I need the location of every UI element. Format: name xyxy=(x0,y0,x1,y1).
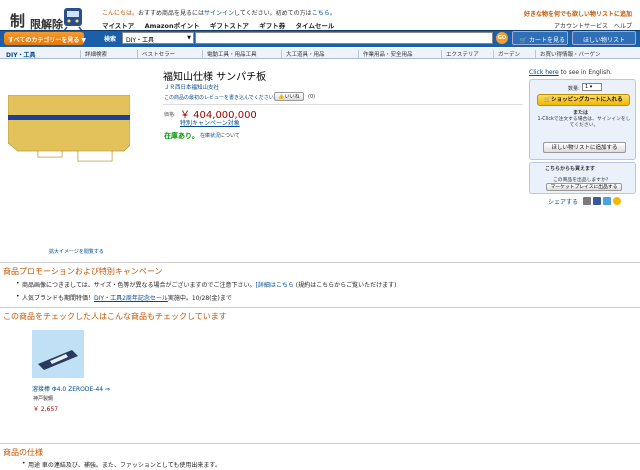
promo-line-1-text: 商品画像につきましては、サイズ・色等が異なる場合がございますのでご注意下さい。 xyxy=(22,282,256,289)
nav-giftstore[interactable]: ギフトストア xyxy=(210,22,249,30)
section-divider xyxy=(0,443,640,444)
promo-line-2: 人気ブランドも期間特価！DIY・工具2周年記念セール実施中。10/28(金)まで xyxy=(22,293,232,302)
nav-timesale[interactable]: タイムセール xyxy=(295,22,334,30)
email-icon[interactable] xyxy=(583,197,591,205)
spec-section-title: 商品の仕様 xyxy=(3,448,43,457)
facebook-icon[interactable] xyxy=(593,197,601,205)
search-label: 検索 xyxy=(104,36,117,43)
here-link[interactable]: こちら xyxy=(312,10,330,17)
quantity-value: 1 xyxy=(585,84,589,90)
related-product-name[interactable]: 溶接棒 Φ4.0 ZERODE-44 ⇒ xyxy=(32,384,110,393)
like-button[interactable]: 👍いいね xyxy=(274,92,304,101)
product-image[interactable] xyxy=(8,95,130,167)
subnav-bargain[interactable]: お買い得情報・バーゲン xyxy=(535,50,601,58)
nav-mystore[interactable]: マイストア xyxy=(102,22,134,30)
spec-line-1: 用途 車の連結及び、補強。また、ファッションとしても使用出来ます。 xyxy=(28,462,221,469)
subnav-advanced-search[interactable]: 詳細検索 xyxy=(80,50,107,58)
promo-line-1-tail: (規約はこちらからご覧いただけます) xyxy=(293,282,397,289)
add-to-cart-button[interactable]: 🛒ショッピングカートに入れる xyxy=(537,94,630,106)
category-value: DIY・工具 xyxy=(126,37,155,44)
like-label: いいね xyxy=(284,94,300,100)
greeting-line: こんにちは。おすすめ商品を見るにはサインインしてください。初めての方はこちら。 xyxy=(102,10,336,17)
promo-line-1: 商品画像につきましては、サイズ・色等が異なる場合がございますのでご注意下さい。[… xyxy=(22,280,396,289)
oneclick-text: 1-Clickで注文する場合は、サインインをしてください。 xyxy=(537,117,631,128)
add-to-wishlist-button[interactable]: ほしい物リストに追加する xyxy=(543,142,626,153)
or-label: または xyxy=(573,110,589,116)
wishlist-button[interactable]: ほしい物リスト xyxy=(572,31,636,45)
account-service-link[interactable]: アカウントサービス xyxy=(554,23,608,30)
enlarge-image-link[interactable]: 拡大イメージを閲覧する xyxy=(49,248,104,255)
twitter-icon[interactable] xyxy=(603,197,611,205)
promo-line-2-text: 人気ブランドも期間特価！ xyxy=(22,295,95,302)
subnav-home[interactable]: DIY・工具 xyxy=(6,50,36,59)
bullet: • xyxy=(22,460,26,467)
wishlist-promo-link[interactable]: 好きな物を何でも欲しい物リストに追加 xyxy=(524,9,632,18)
related-product-image[interactable] xyxy=(32,330,84,378)
related-section-title: この商品をチェックした人はこんな商品もチェックしています xyxy=(3,312,227,321)
greeting-tail: してください。初めての方は xyxy=(234,10,312,17)
section-divider xyxy=(0,262,640,263)
stock-suffix: について xyxy=(220,133,240,139)
campaign-link[interactable]: 特別キャンペーン対象 xyxy=(180,118,240,127)
section-divider xyxy=(0,307,640,308)
all-categories-button[interactable]: すべてのカテゴリーを見る ▼ xyxy=(4,32,86,45)
subnav-exterior[interactable]: エクステリア xyxy=(441,50,479,58)
logo-text-1: 制 xyxy=(10,12,27,30)
search-go-button[interactable]: GO xyxy=(496,32,508,44)
subnav-bestseller[interactable]: ベストセラー xyxy=(137,50,175,58)
english-text: to see in English. xyxy=(558,69,612,76)
english-line: Click here to see in English. xyxy=(529,69,612,76)
promo-section-title: 商品プロモーションおよび特別キャンペーン xyxy=(3,267,163,276)
related-product-price: ￥ 2,657 xyxy=(33,406,59,413)
subnav-power-tools[interactable]: 電動工具・用品工具 xyxy=(202,50,257,58)
divider xyxy=(163,104,523,105)
english-link[interactable]: Click here xyxy=(529,69,559,76)
category-select[interactable]: DIY・工具 ▼ xyxy=(122,32,194,44)
cart-icon: 🛒 xyxy=(519,37,529,44)
bullet: • xyxy=(16,293,20,300)
category-subnav: DIY・工具 詳細検索 ベストセラー 電動工具・用品工具 大工道具・用品 作業用… xyxy=(0,48,640,59)
promo-line-2-tail: 実施中。10/28(金)まで xyxy=(167,295,232,302)
brand-link[interactable]: ＪＲ西日本福知山支社 xyxy=(164,83,219,91)
cart-label: カートを見る xyxy=(528,37,565,44)
pinterest-icon[interactable] xyxy=(613,197,621,205)
quantity-select[interactable]: 1 ▾ xyxy=(582,83,602,91)
subnav-safety[interactable]: 作業用品・安全用品 xyxy=(358,50,413,58)
like-count: (0) xyxy=(308,94,316,100)
share-link[interactable]: シェアする xyxy=(548,197,578,206)
view-cart-button[interactable]: 🛒 カートを見る xyxy=(512,31,568,45)
subnav-carpentry[interactable]: 大工道具・用品 xyxy=(281,50,325,58)
price-label: 価格: xyxy=(164,112,176,118)
sell-question: この商品を出品しますか？ xyxy=(553,178,611,183)
add-to-cart-label: ショッピングカートに入れる xyxy=(551,97,623,103)
quantity-label: 数量: xyxy=(568,86,580,92)
subnav-garden[interactable]: ガーデン xyxy=(493,50,520,58)
sale-link[interactable]: DIY・工具2周年記念セール xyxy=(94,295,168,302)
chevron-down-icon: ▼ xyxy=(187,35,191,41)
stock-note: 在庫状況について xyxy=(200,132,240,139)
sell-heading: こちらからも買えます xyxy=(545,166,596,172)
greeting: こんにちは。 xyxy=(102,10,139,17)
stock-link[interactable]: 在庫状況 xyxy=(200,133,220,139)
product-title: 福知山仕様 サンパチ板 xyxy=(163,72,267,83)
sell-button[interactable]: マーケットプレイスに出品する xyxy=(546,183,622,191)
related-product-brand: 神戸製鋼 xyxy=(33,396,54,402)
nav-giftcard[interactable]: ギフト券 xyxy=(259,22,285,30)
train-icon xyxy=(63,8,83,32)
stock-status: 在庫あり。 xyxy=(164,132,199,140)
write-review-link[interactable]: この商品の最初のレビューを書き込んでください。 xyxy=(164,94,279,101)
help-link[interactable]: ヘルプ xyxy=(614,23,632,30)
greeting-rest: おすすめ商品を見るには xyxy=(138,10,205,17)
search-input[interactable] xyxy=(195,32,493,44)
bullet: • xyxy=(16,280,20,287)
nav-points[interactable]: Amazonポイント xyxy=(145,22,200,30)
promo-detail-link[interactable]: [詳細はこちら xyxy=(256,282,294,289)
top-nav: マイストア Amazonポイント ギフトストア ギフト券 タイムセール xyxy=(102,20,342,30)
signin-link[interactable]: サインイン xyxy=(204,10,234,17)
all-categories-label: すべてのカテゴリーを見る xyxy=(8,37,80,44)
account-links: アカウントサービス ヘルプ xyxy=(548,21,632,30)
